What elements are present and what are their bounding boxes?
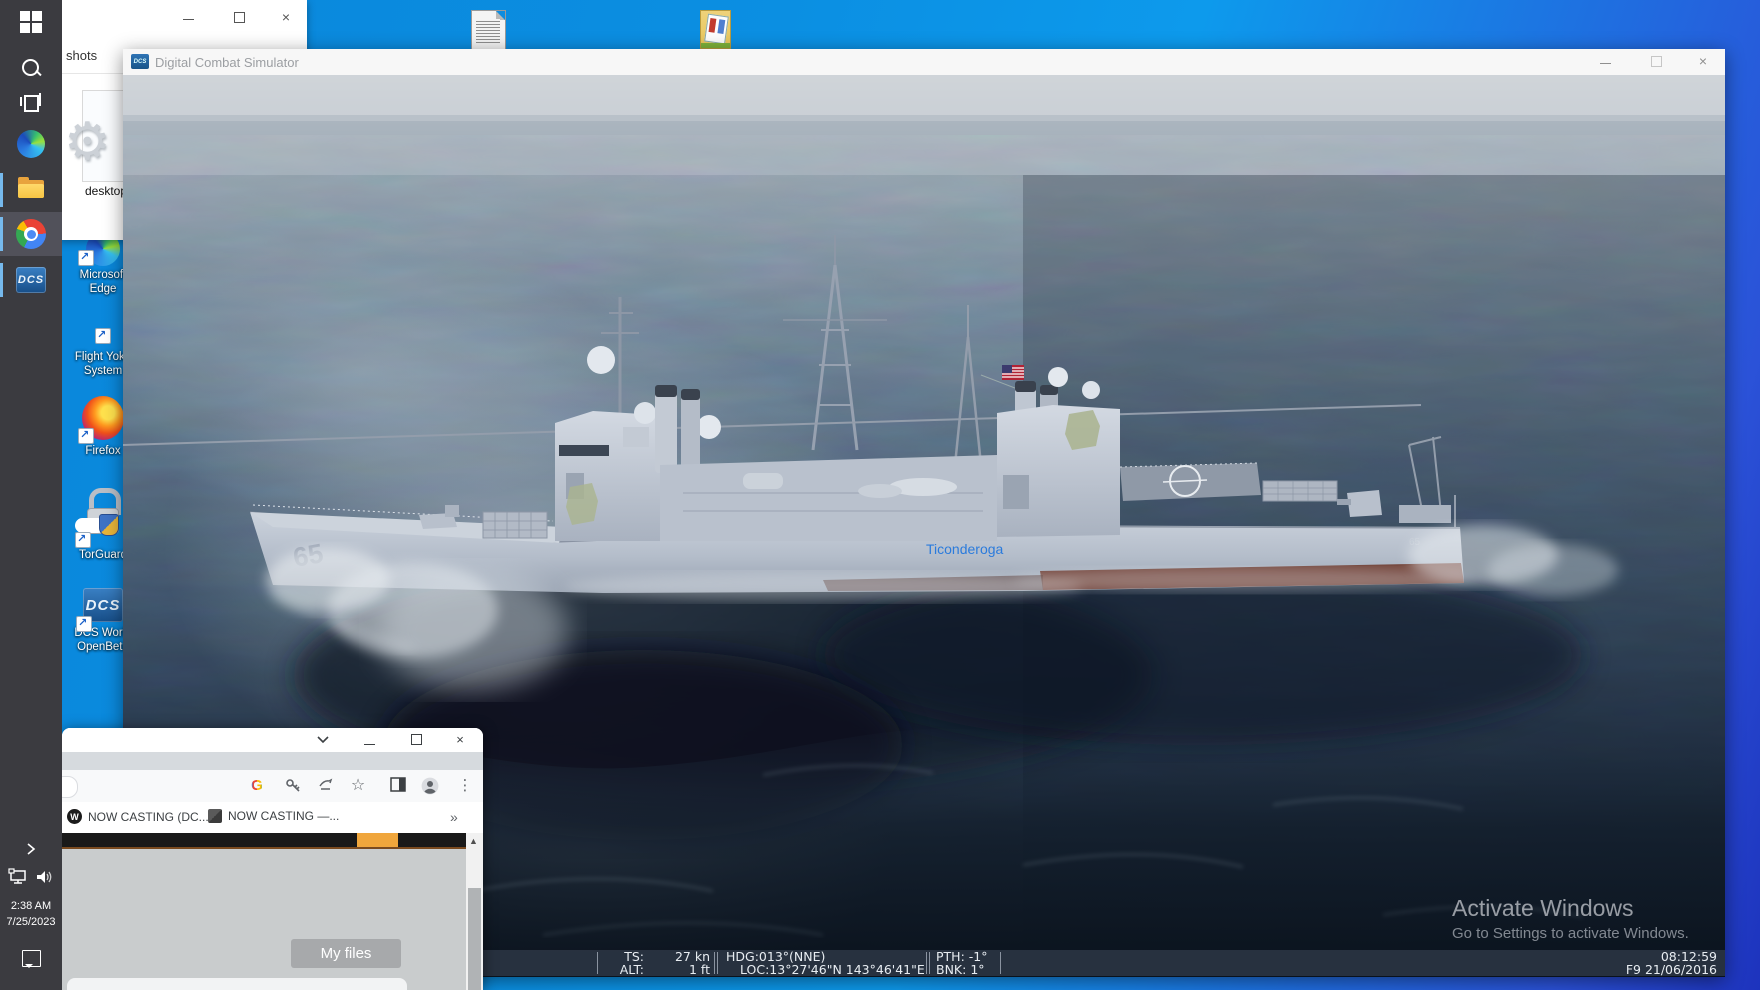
page-content[interactable]: My files [62,849,466,990]
chrome-icon [16,219,46,249]
taskbar-chrome[interactable] [0,212,62,256]
ship-name-label: Ticonderoga [926,541,1003,557]
minimize-button[interactable] [360,732,378,748]
hud-alt-value: 1 ft [644,963,710,976]
close-button[interactable]: × [277,10,295,26]
maximize-button[interactable] [230,10,248,26]
running-indicator [0,263,3,297]
shortcut-arrow-icon [78,428,94,444]
profile-avatar[interactable] [421,777,439,795]
tray-icons [0,868,62,890]
icon-label: OpenBeta [77,641,129,653]
icon-label: System [84,365,122,377]
tray-expand-button[interactable] [0,842,62,861]
page-header-accent [357,833,398,847]
action-center-button[interactable] [0,950,62,967]
scrollbar[interactable]: ▲ [466,833,483,990]
share-icon[interactable] [316,777,334,795]
running-indicator [0,173,3,207]
windows-logo-icon [20,11,42,33]
activate-windows-watermark: Activate Windows [1452,895,1634,922]
shortcut-arrow-icon [76,616,92,632]
shortcut-arrow-icon [78,250,94,266]
icon-label: TorGuard [79,549,127,561]
task-view-button[interactable] [0,80,62,124]
icon-label: Microsoft [80,269,127,281]
bookmark-label: NOW CASTING —... [228,809,339,823]
google-icon[interactable]: G [248,777,266,795]
dcs-logo-icon: DCS [131,54,149,69]
action-center-icon [22,950,41,967]
hud-bank-value: 1° [970,962,984,977]
minimize-button[interactable] [183,10,201,26]
bookmarks-overflow-chevron[interactable]: » [450,809,458,825]
task-view-icon [20,93,42,111]
cube-favicon [208,809,222,823]
browser-caption-bar[interactable]: × [62,728,483,752]
text-document-desktop-icon[interactable] [471,10,506,50]
scroll-up-arrow[interactable]: ▲ [469,836,478,846]
chevron-right-icon [26,842,36,856]
taskbar-clock[interactable]: 2:38 AM 7/25/2023 [0,898,62,930]
taskbar-file-explorer[interactable] [0,168,62,212]
clock-date: 7/25/2023 [0,914,62,930]
scrollbar-thumb[interactable] [468,888,481,990]
hud-location: LOC:13°27'46"N 143°46'41"E [726,963,926,976]
taskbar: DCS 2:38 AM 7/25/2023 [0,0,62,990]
window-title: Digital Combat Simulator [155,55,299,70]
bookmark-star-icon[interactable]: ☆ [349,777,367,795]
chrome-window: × G ☆ ⋮ W NOW CASTING (DC... NOW CASTING… [62,728,483,990]
icon-label: Firefox [85,445,120,457]
file-name: desktop [85,184,127,198]
bookmark-item[interactable]: W NOW CASTING (DC... [67,809,209,824]
bookmark-item[interactable]: NOW CASTING —... [208,809,339,823]
w-circle-favicon: W [67,809,82,824]
minimize-button[interactable] [1600,54,1618,70]
browser-toolbar: G ☆ ⋮ [62,770,483,803]
breadcrumb: shots [66,48,97,63]
close-button[interactable]: × [451,732,469,748]
maximize-button[interactable] [407,732,425,748]
network-icon[interactable] [8,868,28,885]
shortcut-arrow-icon [95,328,111,344]
bookmarks-bar: W NOW CASTING (DC... NOW CASTING —... » [62,802,483,833]
folder-strip [701,43,730,48]
my-files-button[interactable]: My files [291,939,401,968]
edge-icon [17,130,45,158]
close-button[interactable]: × [1694,54,1712,70]
password-key-icon[interactable] [284,777,302,795]
hud-sim-time: 08:12:59 [1001,950,1717,963]
clock-time: 2:38 AM [0,898,62,914]
hud-frame-date: F9 21/06/2016 [1001,963,1717,976]
document-lines [476,19,500,45]
start-button[interactable] [0,0,62,44]
search-icon [21,58,41,78]
horizon-band [123,75,1725,121]
icon-label: Edge [90,283,117,295]
gear-file-icon[interactable]: ⚙ [64,112,111,172]
photo-card [704,14,729,45]
dcs-icon: DCS [16,267,46,293]
running-indicator [0,217,3,251]
menu-dots-icon[interactable]: ⋮ [456,777,474,795]
page-header-strip [62,833,466,847]
activate-windows-subtitle: Go to Settings to activate Windows. [1452,925,1689,942]
bookmark-label: NOW CASTING (DC... [88,810,209,824]
maximize-button[interactable] [1647,54,1665,70]
hud-alt-label: ALT: [602,963,644,976]
side-panel-icon[interactable] [389,777,407,795]
hud-bank-label: BNK: [936,962,966,977]
taskbar-edge[interactable] [0,122,62,166]
file-explorer-icon [18,180,44,200]
us-flag [1002,365,1024,380]
tab-search-chevron-icon[interactable] [314,732,332,748]
dcs-titlebar[interactable]: DCS Digital Combat Simulator × [123,49,1725,76]
content-card [67,978,407,990]
desktop-root: { "taskbar": { "items": [ {"icon": "wind… [0,0,1760,990]
taskbar-dcs[interactable]: DCS [0,258,62,302]
volume-icon[interactable] [36,869,54,885]
tab-strip[interactable] [62,752,483,770]
picture-folder-desktop-icon[interactable] [700,10,731,49]
